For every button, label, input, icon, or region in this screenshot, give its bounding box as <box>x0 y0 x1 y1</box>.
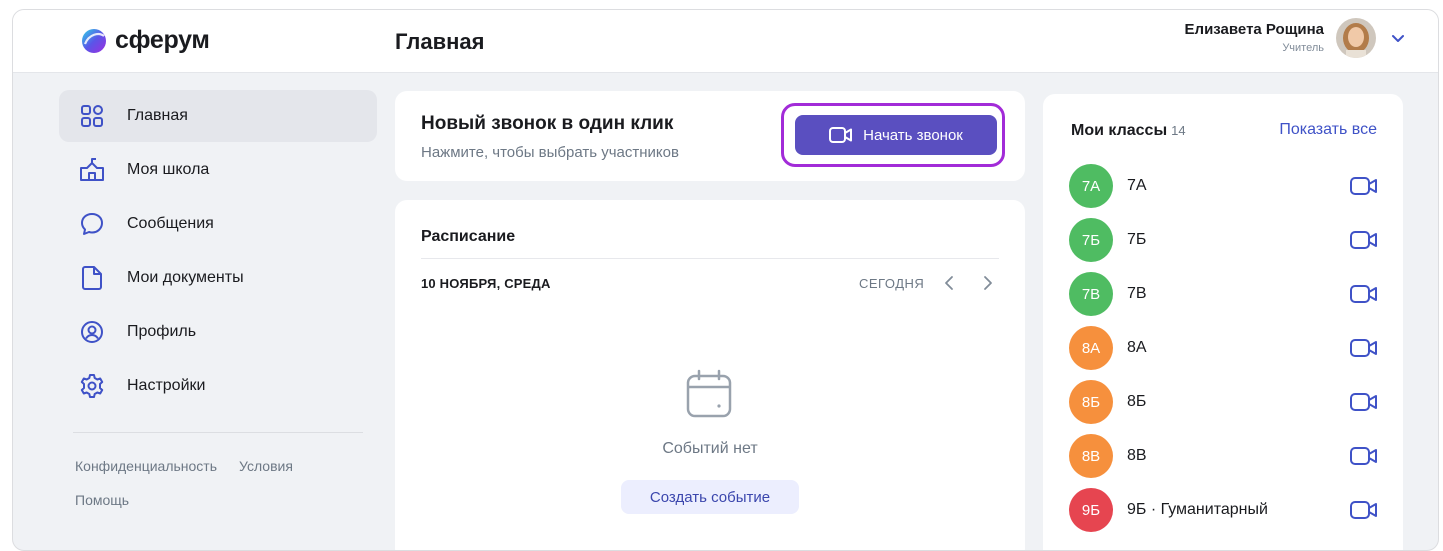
help-link[interactable]: Помощь <box>75 492 129 508</box>
start-call-button[interactable]: Начать звонок <box>795 115 997 155</box>
class-badge: 8А <box>1069 326 1113 370</box>
divider <box>421 258 999 259</box>
sidebar-item-label: Профиль <box>127 323 197 340</box>
class-row[interactable]: 8А 8А <box>1069 326 1379 370</box>
calendar-icon <box>686 369 732 418</box>
class-row[interactable]: 7Б 7Б <box>1069 218 1379 262</box>
create-event-button[interactable]: Создать событие <box>621 480 799 514</box>
chevron-right-icon[interactable] <box>978 274 996 292</box>
divider <box>73 432 363 433</box>
document-icon <box>79 265 105 291</box>
class-badge: 7А <box>1069 164 1113 208</box>
class-badge: 8В <box>1069 434 1113 478</box>
sidebar-item-profile[interactable]: Профиль <box>59 306 377 358</box>
today-button[interactable]: СЕГОДНЯ <box>859 276 924 291</box>
empty-state-text: Событий нет <box>662 440 758 457</box>
sidebar-item-label: Мои документы <box>127 269 244 286</box>
app-window: сферум Главная Елизавета Рощина Учитель <box>12 9 1439 551</box>
page-title: Главная <box>395 29 485 54</box>
user-name: Елизавета Рощина <box>1184 21 1324 38</box>
class-row[interactable]: 8В 8В <box>1069 434 1379 478</box>
footer-links: Конфиденциальность Условия Помощь <box>59 449 377 517</box>
call-card-subtitle: Нажмите, чтобы выбрать участников <box>421 144 679 161</box>
logo-text: сферум <box>115 26 210 54</box>
quick-call-card: Новый звонок в один клик Нажмите, чтобы … <box>395 91 1025 181</box>
class-name: 7Б <box>1127 231 1147 248</box>
sidebar-item-label: Главная <box>127 107 188 124</box>
video-camera-icon[interactable] <box>1349 445 1379 467</box>
class-row[interactable]: 9Б 9Б · Гуманитарный <box>1069 488 1379 532</box>
classes-title-text: Мои классы <box>1071 122 1168 139</box>
terms-link[interactable]: Условия <box>239 458 293 474</box>
settings-icon <box>79 373 105 399</box>
grid-icon <box>79 103 105 129</box>
class-row[interactable]: 7В 7В <box>1069 272 1379 316</box>
class-badge: 7Б <box>1069 218 1113 262</box>
classes-card: Мои классы 14 Показать все 7А 7А 7Б 7Б 7В 7В 8А… <box>1043 94 1403 550</box>
class-row[interactable]: 8Б 8Б <box>1069 380 1379 424</box>
schedule-title: Расписание <box>421 228 516 245</box>
sidebar-item-label: Настройки <box>127 377 206 394</box>
classes-count: 14 <box>1171 123 1186 138</box>
class-row[interactable]: 7А 7А <box>1069 164 1379 208</box>
class-badge: 8Б <box>1069 380 1113 424</box>
user-role: Учитель <box>1282 42 1324 54</box>
avatar[interactable] <box>1336 18 1376 58</box>
class-name: 8В <box>1127 447 1147 464</box>
sidebar: Главная Моя школа Сообщения Мои документ… <box>59 90 377 517</box>
sidebar-item-settings[interactable]: Настройки <box>59 360 377 412</box>
school-icon <box>79 157 105 183</box>
chevron-down-icon[interactable] <box>1390 30 1406 46</box>
class-name: 9Б · Гуманитарный <box>1127 501 1268 518</box>
classes-title: Мои классы 14 <box>1071 122 1186 140</box>
video-camera-icon[interactable] <box>1349 391 1379 413</box>
class-badge: 9Б <box>1069 488 1113 532</box>
logo[interactable]: сферум <box>81 26 210 55</box>
class-name: 8Б <box>1127 393 1147 410</box>
class-badge: 7В <box>1069 272 1113 316</box>
sidebar-item-label: Сообщения <box>127 215 214 232</box>
video-camera-icon[interactable] <box>1349 175 1379 197</box>
sferum-logo-icon <box>82 28 106 53</box>
video-camera-icon[interactable] <box>1349 283 1379 305</box>
user-menu[interactable]: Елизавета Рощина Учитель <box>1185 18 1406 58</box>
class-name: 8А <box>1127 339 1147 356</box>
show-all-link[interactable]: Показать все <box>1279 121 1377 139</box>
profile-icon <box>79 319 105 345</box>
start-call-label: Начать звонок <box>863 126 963 144</box>
chevron-left-icon[interactable] <box>941 274 959 292</box>
schedule-card: Расписание 10 НОЯБРЯ, СРЕДА СЕГОДНЯ Собы… <box>395 200 1025 550</box>
sidebar-item-label: Моя школа <box>127 161 210 178</box>
schedule-date: 10 НОЯБРЯ, СРЕДА <box>421 276 551 291</box>
video-camera-icon[interactable] <box>1349 337 1379 359</box>
call-card-title: Новый звонок в один клик <box>421 113 674 134</box>
privacy-link[interactable]: Конфиденциальность <box>75 458 217 474</box>
video-camera-icon[interactable] <box>1349 499 1379 521</box>
sidebar-item-messages[interactable]: Сообщения <box>59 198 377 250</box>
header: сферум Главная Елизавета Рощина Учитель <box>13 10 1438 73</box>
sidebar-item-home[interactable]: Главная <box>59 90 377 142</box>
video-camera-icon[interactable] <box>1349 229 1379 251</box>
sidebar-item-school[interactable]: Моя школа <box>59 144 377 196</box>
class-name: 7А <box>1127 177 1147 194</box>
class-name: 7В <box>1127 285 1147 302</box>
sidebar-item-documents[interactable]: Мои документы <box>59 252 377 304</box>
video-camera-icon <box>829 127 853 143</box>
message-icon <box>79 211 105 237</box>
